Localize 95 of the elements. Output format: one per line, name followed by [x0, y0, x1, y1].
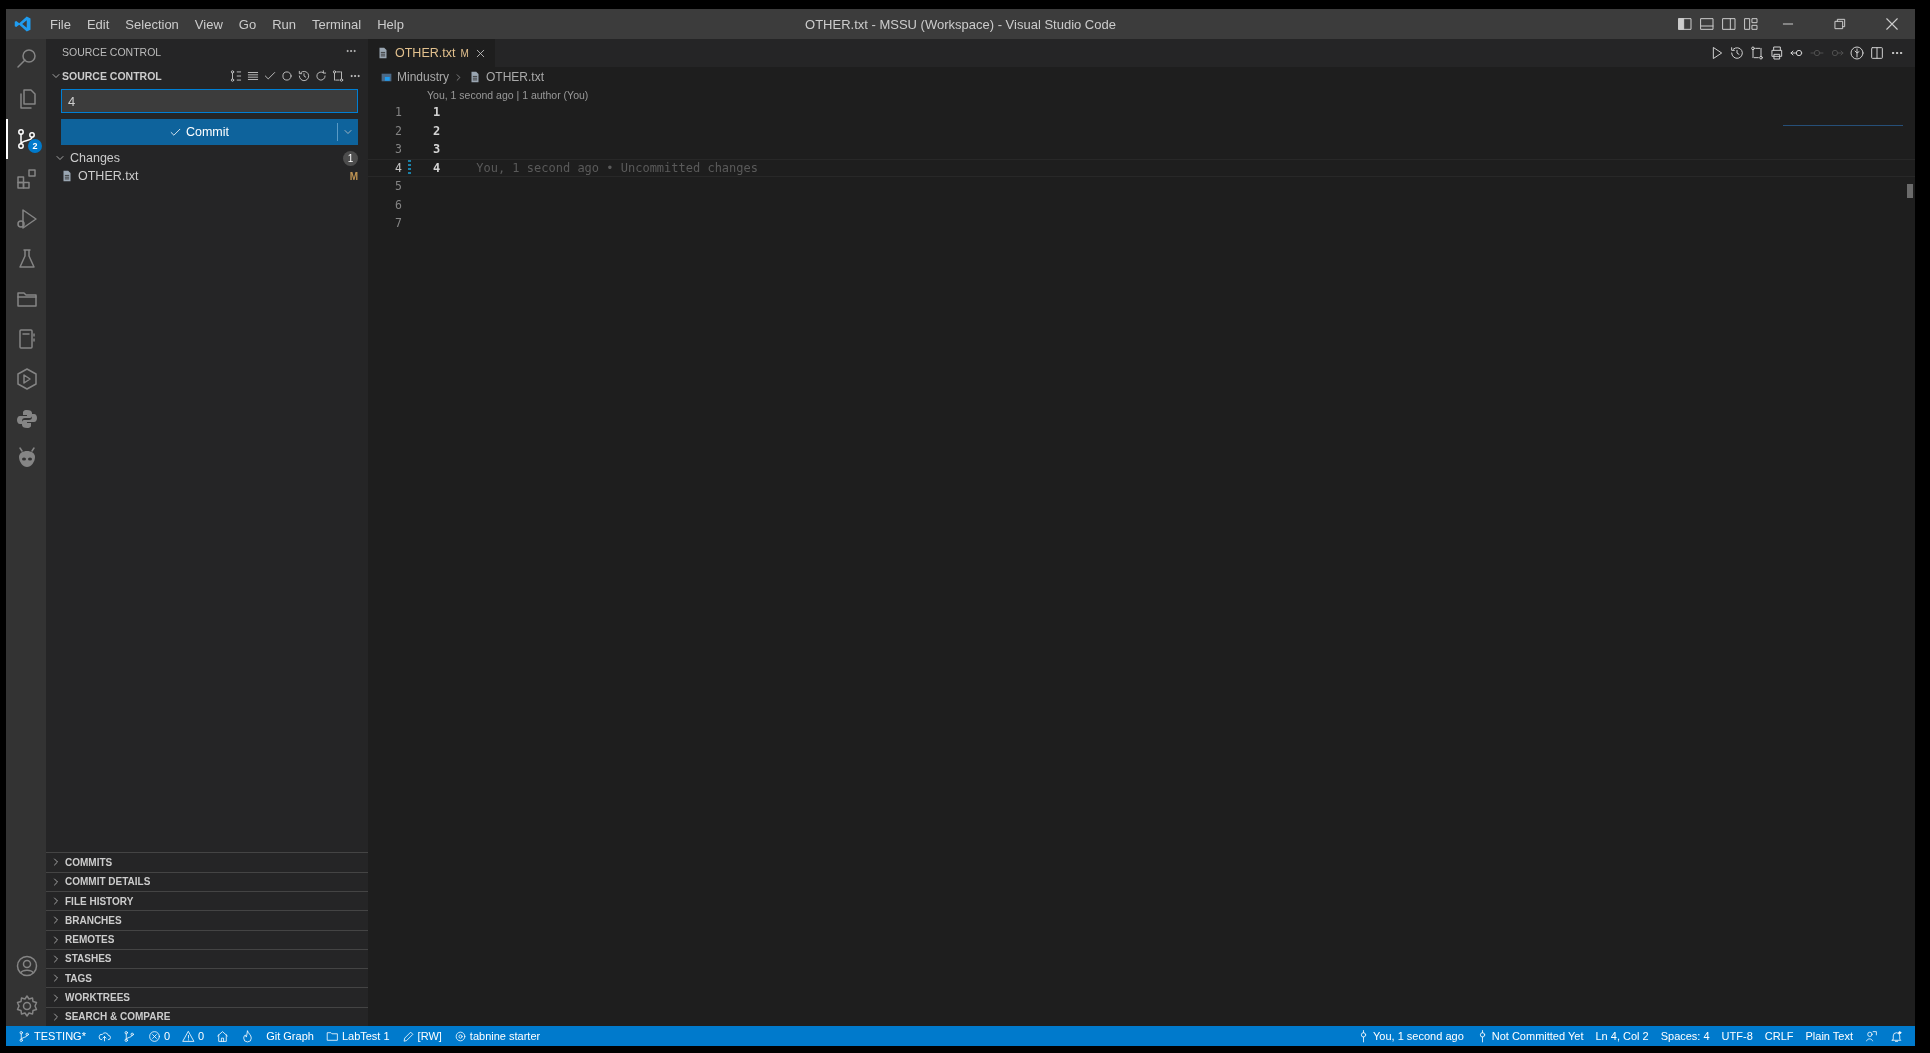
status-item[interactable]: CRLF — [1758, 1026, 1800, 1046]
line-number: 7 — [394, 216, 402, 231]
close-icon[interactable] — [1883, 15, 1901, 33]
count-badge: 1 — [343, 150, 358, 166]
scrollbar-thumb[interactable] — [1907, 184, 1913, 198]
status-item[interactable]: Ln 4, Col 2 — [1589, 1026, 1655, 1046]
split-editor-icon[interactable] — [1869, 45, 1885, 61]
list-icon[interactable] — [246, 69, 260, 83]
menu-item[interactable]: Selection — [117, 12, 187, 36]
toggle-secondary-sidebar-icon[interactable] — [1721, 16, 1737, 32]
panel-header[interactable]: COMMITS — [65, 856, 113, 868]
circle-icon[interactable] — [280, 69, 294, 83]
code-text: 4 — [433, 160, 441, 175]
panel-header[interactable]: STASHES — [65, 953, 112, 965]
source-control-icon[interactable] — [122, 1029, 136, 1043]
compare-changes-icon[interactable] — [1749, 45, 1765, 61]
code-text: 2 — [433, 123, 441, 138]
folder-icon[interactable] — [325, 1029, 339, 1043]
branch-icon[interactable] — [18, 1029, 31, 1043]
printer-icon[interactable] — [1769, 45, 1785, 61]
panel-header[interactable]: REMOTES — [65, 934, 115, 946]
breadcrumb[interactable]: Mindustry — [397, 70, 449, 84]
blame-annotation: You, 1 second ago • Uncommitted changes — [476, 160, 758, 175]
editor-tab[interactable]: OTHER.txt M — [368, 39, 495, 67]
line-number: 1 — [394, 105, 402, 120]
history-icon[interactable] — [297, 69, 311, 83]
panel-header[interactable]: SEARCH & COMPARE — [65, 1011, 171, 1023]
file-status: M — [349, 170, 358, 182]
status-item[interactable]: Spaces: 4 — [1654, 1026, 1716, 1046]
status-item[interactable]: TESTING* — [12, 1026, 92, 1046]
tabnine-icon[interactable] — [453, 1029, 467, 1043]
menu-item[interactable]: Run — [264, 12, 304, 36]
flame-icon[interactable] — [241, 1029, 255, 1043]
menu-item[interactable]: File — [42, 12, 79, 36]
check-icon[interactable] — [263, 69, 277, 83]
status-item[interactable]: [RW] — [395, 1026, 448, 1046]
menu-item[interactable]: Edit — [78, 12, 118, 36]
blame-icon[interactable] — [1849, 45, 1865, 61]
refresh-icon[interactable] — [314, 69, 328, 83]
panel-header[interactable]: FILE HISTORY — [65, 895, 134, 907]
menu-item[interactable]: Go — [230, 12, 265, 36]
line-number: 3 — [394, 142, 402, 157]
notifications-icon[interactable] — [1890, 1029, 1903, 1043]
warning-icon[interactable] — [182, 1029, 196, 1043]
status-item[interactable]: tabnine starter — [447, 1026, 547, 1046]
toggle-sidebar-icon[interactable] — [1677, 16, 1693, 32]
codelens[interactable]: You, 1 second ago | 1 author (You) — [427, 89, 589, 101]
menu-item[interactable]: View — [186, 12, 231, 36]
toggle-panel-icon[interactable] — [1699, 16, 1715, 32]
line-number: 5 — [394, 179, 402, 194]
settings-icon[interactable] — [15, 994, 39, 1018]
extensions-icon — [15, 167, 39, 191]
cloud-upload-icon[interactable] — [97, 1029, 111, 1043]
feedback-icon[interactable] — [1865, 1029, 1878, 1043]
branch-compare-icon[interactable] — [331, 69, 345, 83]
pencil-icon[interactable] — [401, 1029, 415, 1043]
code-text: 1 — [433, 105, 441, 120]
hexagon-icon — [15, 367, 39, 391]
status-item[interactable]: You, 1 second ago — [1351, 1026, 1470, 1046]
app-logo — [14, 15, 32, 33]
status-item[interactable]: 0 — [141, 1026, 177, 1046]
restore-icon[interactable] — [1832, 16, 1848, 32]
line-number: 6 — [394, 197, 402, 212]
error-icon[interactable] — [147, 1029, 161, 1043]
sidebar-title: SOURCE CONTROL — [62, 46, 162, 58]
status-item[interactable]: Not Committed Yet — [1469, 1026, 1590, 1046]
status-item[interactable]: Plain Text — [1799, 1026, 1859, 1046]
search-icon — [15, 47, 39, 71]
panel-header[interactable]: BRANCHES — [65, 914, 122, 926]
graph-icon[interactable] — [229, 69, 243, 83]
account-icon[interactable] — [15, 954, 39, 978]
code-text: 3 — [433, 142, 441, 157]
menu-item[interactable]: Terminal — [304, 12, 370, 36]
status-item[interactable]: Git Graph — [260, 1026, 320, 1046]
panel-header[interactable]: COMMIT DETAILS — [65, 876, 151, 888]
line-number: 2 — [394, 123, 402, 138]
window-title: OTHER.txt - MSSU (Workspace) - Visual Studio Code — [805, 16, 1116, 32]
group-label[interactable]: Changes — [70, 151, 121, 165]
line-number: 4 — [394, 160, 402, 175]
home-icon[interactable] — [216, 1029, 230, 1043]
commit-message-field[interactable]: 4 — [61, 89, 358, 113]
panel-header[interactable]: WORKTREES — [65, 992, 130, 1004]
python-icon — [15, 407, 39, 431]
file-name[interactable]: OTHER.txt — [78, 169, 139, 183]
breadcrumb[interactable]: OTHER.txt — [486, 70, 545, 84]
status-item[interactable]: 0 — [176, 1026, 211, 1046]
status-item[interactable]: LabTest 1 — [319, 1026, 396, 1046]
history-icon[interactable] — [1729, 45, 1745, 61]
panel-header[interactable]: TAGS — [65, 972, 93, 984]
status-item[interactable]: UTF-8 — [1715, 1026, 1759, 1046]
run-debug-icon — [15, 207, 39, 231]
menu-item[interactable]: Help — [369, 12, 412, 36]
count-badge: 2 — [28, 139, 42, 153]
section-title[interactable]: SOURCE CONTROL — [62, 70, 162, 82]
layout-icon[interactable] — [1743, 16, 1759, 32]
